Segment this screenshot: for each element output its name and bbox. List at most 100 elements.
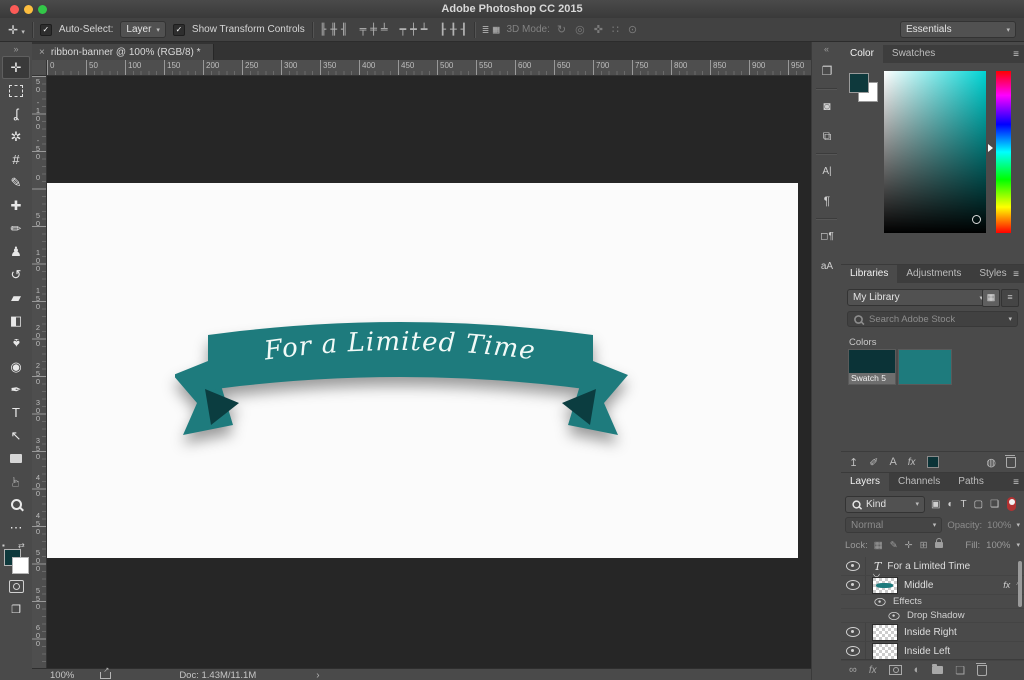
- align-right-edges-icon[interactable]: ╢: [341, 23, 348, 36]
- hue-slider-marker[interactable]: [988, 144, 993, 152]
- fill-value[interactable]: 100%: [986, 540, 1010, 551]
- rectangle-tool[interactable]: [0, 447, 32, 470]
- lock-artboard-icon[interactable]: ⊞: [920, 540, 928, 551]
- quick-selection-tool[interactable]: ✲: [0, 125, 32, 148]
- edit-toolbar-icon[interactable]: ⋯: [0, 516, 32, 539]
- info-panel-icon[interactable]: ⧉: [812, 121, 842, 151]
- sync-status-icon[interactable]: ◍: [986, 456, 996, 469]
- lock-transparency-icon[interactable]: ▦: [874, 540, 883, 551]
- align-top-edges-icon[interactable]: ╤: [360, 23, 367, 36]
- color-picker-marker[interactable]: [972, 215, 981, 224]
- eraser-tool[interactable]: ▰: [0, 286, 32, 309]
- align-horizontal-centers-icon[interactable]: ╫: [330, 23, 337, 36]
- path-selection-tool[interactable]: ↖: [0, 424, 32, 447]
- share-icon[interactable]: [100, 672, 111, 679]
- document-tab[interactable]: × ribbon-banner @ 100% (RGB/8) *: [32, 44, 214, 62]
- distribute-spacing-icon[interactable]: ≣: [482, 23, 489, 36]
- tab-swatches[interactable]: Swatches: [883, 45, 944, 63]
- add-layer-mask-icon[interactable]: [889, 665, 902, 675]
- visibility-toggle[interactable]: [841, 576, 866, 594]
- auto-select-target-dropdown[interactable]: Layer ▾: [120, 21, 166, 38]
- hue-slider[interactable]: [996, 71, 1011, 233]
- distribute-bottom-edges-icon[interactable]: ┷: [421, 23, 428, 36]
- grid-view-button[interactable]: ▦: [982, 289, 1000, 307]
- upload-graphic-icon[interactable]: ↥: [849, 456, 858, 469]
- properties-panel-icon[interactable]: ◙: [812, 91, 842, 121]
- move-tool[interactable]: ✛: [0, 56, 32, 79]
- effects-row[interactable]: Effects: [841, 595, 1024, 609]
- add-layer-style-icon[interactable]: fx: [908, 457, 916, 468]
- character-panel-icon[interactable]: A|: [812, 156, 842, 186]
- quick-mask-button[interactable]: [0, 575, 32, 598]
- close-tab-icon[interactable]: ×: [39, 47, 45, 58]
- effect-item-row[interactable]: Drop Shadow: [841, 609, 1024, 623]
- paint-bucket-tool[interactable]: ◧: [0, 309, 32, 332]
- layer-thumbnail[interactable]: [872, 643, 898, 660]
- close-window-button[interactable]: [10, 5, 19, 14]
- lock-position-icon[interactable]: ✛: [905, 540, 913, 551]
- filter-kind-dropdown[interactable]: Kind ▾: [845, 496, 925, 513]
- dodge-tool[interactable]: ◉: [0, 355, 32, 378]
- layer-row[interactable]: Middle fx ^: [841, 576, 1024, 595]
- canvas-viewport[interactable]: For a Limited Time: [47, 76, 811, 668]
- layers-scrollbar[interactable]: [1018, 561, 1022, 607]
- search-adobe-stock-field[interactable]: Search Adobe Stock ▾: [847, 311, 1018, 327]
- tab-channels[interactable]: Channels: [889, 473, 949, 491]
- eye-icon[interactable]: [888, 612, 899, 620]
- add-color-icon[interactable]: [927, 456, 939, 468]
- layer-row[interactable]: Inside Right: [841, 623, 1024, 642]
- screen-mode-button[interactable]: ❐: [0, 598, 32, 621]
- filter-shape-layers-icon[interactable]: ▢: [974, 499, 983, 510]
- visibility-toggle[interactable]: [841, 642, 866, 660]
- ribbon-banner-artwork[interactable]: For a Limited Time: [175, 319, 631, 449]
- panel-menu-icon[interactable]: ≡: [1013, 269, 1019, 280]
- rectangular-marquee-tool[interactable]: [0, 79, 32, 102]
- distribute-right-edges-icon[interactable]: ┨: [461, 23, 468, 36]
- layer-fx-badge[interactable]: fx: [1003, 580, 1010, 590]
- auto-align-layers-icon[interactable]: ▦: [493, 23, 500, 36]
- minimize-window-button[interactable]: [24, 5, 33, 14]
- delete-item-icon[interactable]: [1006, 457, 1016, 468]
- layer-filter-toggle[interactable]: [1007, 497, 1016, 511]
- workspace-dropdown[interactable]: Essentials ▾: [900, 21, 1016, 38]
- panel-menu-icon[interactable]: ≡: [1013, 49, 1019, 60]
- panel-menu-icon[interactable]: ≡: [1013, 477, 1019, 488]
- align-left-edges-icon[interactable]: ╟: [320, 23, 327, 36]
- tab-adjustments[interactable]: Adjustments: [897, 265, 970, 283]
- tab-styles[interactable]: Styles: [970, 265, 1015, 283]
- filter-adjustment-layers-icon[interactable]: ◐: [947, 499, 953, 510]
- library-select-dropdown[interactable]: My Library ▾: [847, 289, 989, 306]
- distribute-horizontal-centers-icon[interactable]: ╂: [450, 23, 457, 36]
- list-view-button[interactable]: ≡: [1001, 289, 1019, 307]
- expand-panels-icon[interactable]: «: [812, 42, 841, 56]
- visibility-toggle[interactable]: [841, 557, 866, 575]
- blur-tool[interactable]: ♠: [0, 332, 32, 355]
- blend-mode-dropdown[interactable]: Normal ▾: [845, 517, 942, 533]
- layer-row[interactable]: T◡ For a Limited Time: [841, 557, 1024, 576]
- visibility-toggle[interactable]: [841, 623, 866, 641]
- link-layers-icon[interactable]: ∞: [849, 664, 857, 676]
- align-vertical-centers-icon[interactable]: ╪: [370, 23, 377, 36]
- add-brush-icon[interactable]: ✐: [869, 456, 878, 469]
- tab-paths[interactable]: Paths: [949, 473, 993, 491]
- library-color-swatch[interactable]: Swatch 5: [848, 349, 896, 385]
- move-tool-preset-icon[interactable]: ✛ ▾: [8, 23, 25, 37]
- hand-tool[interactable]: ☞: [0, 470, 32, 493]
- opacity-value[interactable]: 100%: [987, 520, 1011, 531]
- add-adjustment-layer-icon[interactable]: ◐: [914, 664, 921, 676]
- lock-pixels-icon[interactable]: ✎: [890, 540, 898, 551]
- add-layer-style-icon[interactable]: fx: [869, 665, 877, 676]
- background-color-chip[interactable]: [12, 557, 29, 574]
- new-layer-icon[interactable]: ❏: [955, 664, 965, 677]
- status-options-chevron[interactable]: ›: [316, 670, 319, 680]
- history-panel-icon[interactable]: ❐: [812, 56, 842, 86]
- filter-pixel-layers-icon[interactable]: ▣: [931, 499, 940, 510]
- layer-thumbnail[interactable]: [872, 577, 898, 594]
- layer-thumbnail[interactable]: [872, 624, 898, 641]
- document-canvas[interactable]: For a Limited Time: [47, 183, 798, 558]
- zoom-level-field[interactable]: 100%: [50, 670, 74, 680]
- zoom-window-button[interactable]: [38, 5, 47, 14]
- character-styles-panel-icon[interactable]: aA: [812, 251, 842, 281]
- tab-color[interactable]: Color: [841, 45, 883, 63]
- show-transform-controls-checkbox[interactable]: ✓: [173, 24, 185, 36]
